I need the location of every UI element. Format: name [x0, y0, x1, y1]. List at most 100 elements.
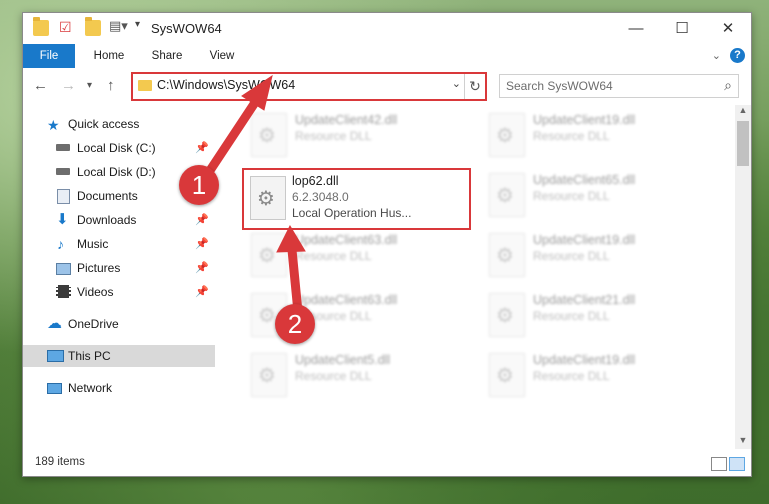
computer-icon	[47, 350, 64, 362]
file-name: UpdateClient63.dll	[295, 233, 398, 247]
title-bar: ☑ ▤▾ ▾ SysWOW64 — ☐ ✕	[23, 13, 751, 44]
search-icon[interactable]: ⌕	[724, 77, 732, 94]
tab-view[interactable]: View	[199, 44, 245, 68]
sidebar-item-label: This PC	[68, 349, 111, 363]
step-badge-1: 1	[179, 165, 219, 205]
sidebar-item-local-disk-c[interactable]: Local Disk (C:) 📌	[23, 137, 215, 159]
recent-locations-icon[interactable]: ▾	[87, 80, 92, 91]
file-type: Resource DLL	[533, 189, 610, 203]
folder-icon	[33, 17, 49, 36]
sidebar-item-label: Quick access	[68, 117, 140, 131]
address-path[interactable]: C:\Windows\SysWOW64	[157, 78, 295, 92]
dll-file-icon	[251, 353, 287, 397]
forward-arrow-icon[interactable]: →	[61, 77, 76, 94]
large-icons-view-icon[interactable]	[729, 457, 745, 471]
pictures-icon	[56, 263, 71, 275]
sidebar-item-onedrive[interactable]: ☁ OneDrive	[23, 313, 215, 335]
file-type: Resource DLL	[295, 369, 372, 383]
music-icon: ♪	[57, 236, 64, 252]
search-input[interactable]: Search SysWOW64 ⌕	[499, 74, 739, 98]
dll-file-icon	[489, 293, 525, 337]
maximize-button[interactable]: ☐	[659, 13, 705, 43]
back-arrow-icon[interactable]: ←	[33, 77, 48, 94]
dll-file-icon	[251, 113, 287, 157]
sidebar-item-this-pc[interactable]: This PC	[23, 345, 215, 367]
file-name: UpdateClient42.dll	[295, 113, 398, 127]
network-icon	[47, 383, 62, 394]
folder-icon	[138, 80, 152, 91]
file-name: UpdateClient5.dll	[295, 353, 391, 367]
list-item[interactable]: UpdateClient19.dll Resource DLL	[485, 349, 710, 399]
help-icon[interactable]: ?	[730, 48, 745, 63]
sidebar-item-label: Pictures	[77, 261, 121, 275]
tab-home[interactable]: Home	[81, 44, 137, 68]
chevron-down-icon[interactable]: ⌄	[712, 49, 721, 62]
sidebar-item-videos[interactable]: Videos 📌	[23, 281, 215, 303]
file-description: Local Operation Hus...	[292, 206, 412, 220]
download-icon: ⬇	[56, 211, 69, 228]
list-item[interactable]: UpdateClient63.dll Resource DLL	[247, 229, 472, 279]
pin-icon[interactable]: 📌	[195, 257, 209, 279]
dll-file-icon	[489, 113, 525, 157]
sidebar-item-downloads[interactable]: ⬇ Downloads 📌	[23, 209, 215, 231]
new-folder-icon[interactable]	[85, 17, 101, 36]
customize-toolbar-icon[interactable]: ▤▾	[109, 18, 128, 34]
file-name: UpdateClient19.dll	[533, 353, 636, 367]
list-item[interactable]: UpdateClient21.dll Resource DLL	[485, 289, 710, 339]
list-item[interactable]: UpdateClient19.dll Resource DLL	[485, 109, 710, 159]
sidebar-item-label: Music	[77, 237, 109, 251]
chevron-down-icon[interactable]: ⌄	[452, 77, 461, 90]
file-list: UpdateClient42.dll Resource DLL UpdateCl…	[217, 105, 735, 445]
search-placeholder: Search SysWOW64	[506, 79, 613, 93]
sidebar-item-quick-access[interactable]: ★ Quick access	[23, 113, 215, 135]
dll-file-icon	[250, 176, 286, 220]
drive-icon	[56, 144, 70, 151]
pin-icon[interactable]: 📌	[195, 233, 209, 255]
minimize-button[interactable]: —	[613, 13, 659, 43]
refresh-icon[interactable]: ↻	[464, 74, 485, 99]
status-bar: 189 items	[23, 450, 751, 476]
list-item[interactable]: UpdateClient19.dll Resource DLL	[485, 229, 710, 279]
details-view-icon[interactable]	[711, 457, 727, 471]
file-name: UpdateClient63.dll	[295, 293, 398, 307]
address-bar[interactable]: C:\Windows\SysWOW64 ⌄ ↻	[131, 72, 487, 101]
file-name: UpdateClient65.dll	[533, 173, 636, 187]
tab-share[interactable]: Share	[141, 44, 193, 68]
sidebar-item-network[interactable]: Network	[23, 377, 215, 399]
file-name: UpdateClient19.dll	[533, 233, 636, 247]
list-item[interactable]: UpdateClient65.dll Resource DLL	[485, 169, 710, 219]
sidebar-item-pictures[interactable]: Pictures 📌	[23, 257, 215, 279]
file-name: UpdateClient19.dll	[533, 113, 636, 127]
close-button[interactable]: ✕	[705, 13, 751, 43]
pin-icon[interactable]: 📌	[195, 209, 209, 231]
properties-icon[interactable]: ☑	[59, 19, 75, 35]
highlighted-file[interactable]: lop62.dll 6.2.3048.0 Local Operation Hus…	[242, 168, 471, 230]
file-type: Resource DLL	[533, 129, 610, 143]
drive-icon	[56, 168, 70, 175]
item-count: 189 items	[35, 456, 85, 468]
pin-icon[interactable]: 📌	[195, 281, 209, 303]
sidebar-item-label: Local Disk (D:)	[77, 165, 156, 179]
scroll-down-icon[interactable]: ▼	[735, 435, 751, 449]
dll-file-icon	[489, 173, 525, 217]
quick-access-dropdown-icon[interactable]: ▾	[135, 19, 151, 35]
sidebar-item-music[interactable]: ♪ Music 📌	[23, 233, 215, 255]
pin-icon[interactable]: 📌	[195, 137, 209, 159]
navigation-pane: ★ Quick access Local Disk (C:) 📌 Local D…	[23, 105, 215, 445]
scroll-up-icon[interactable]: ▲	[735, 105, 751, 119]
tab-file[interactable]: File	[23, 44, 75, 68]
dll-file-icon	[251, 233, 287, 277]
star-icon: ★	[47, 117, 60, 133]
file-name: lop62.dll	[292, 174, 339, 188]
sidebar-item-label: Videos	[77, 285, 114, 299]
file-name: UpdateClient21.dll	[533, 293, 636, 307]
up-arrow-icon[interactable]: ↑	[107, 77, 115, 94]
cloud-icon: ☁	[47, 315, 62, 332]
vertical-scrollbar[interactable]: ▲ ▼	[735, 105, 751, 449]
scrollbar-thumb[interactable]	[737, 121, 749, 166]
sidebar-item-label: Documents	[77, 189, 138, 203]
sidebar-item-label: OneDrive	[68, 317, 119, 331]
list-item[interactable]: UpdateClient5.dll Resource DLL	[247, 349, 472, 399]
ribbon: File Home Share View ⌄ ?	[23, 44, 751, 69]
list-item[interactable]: UpdateClient42.dll Resource DLL	[247, 109, 472, 159]
